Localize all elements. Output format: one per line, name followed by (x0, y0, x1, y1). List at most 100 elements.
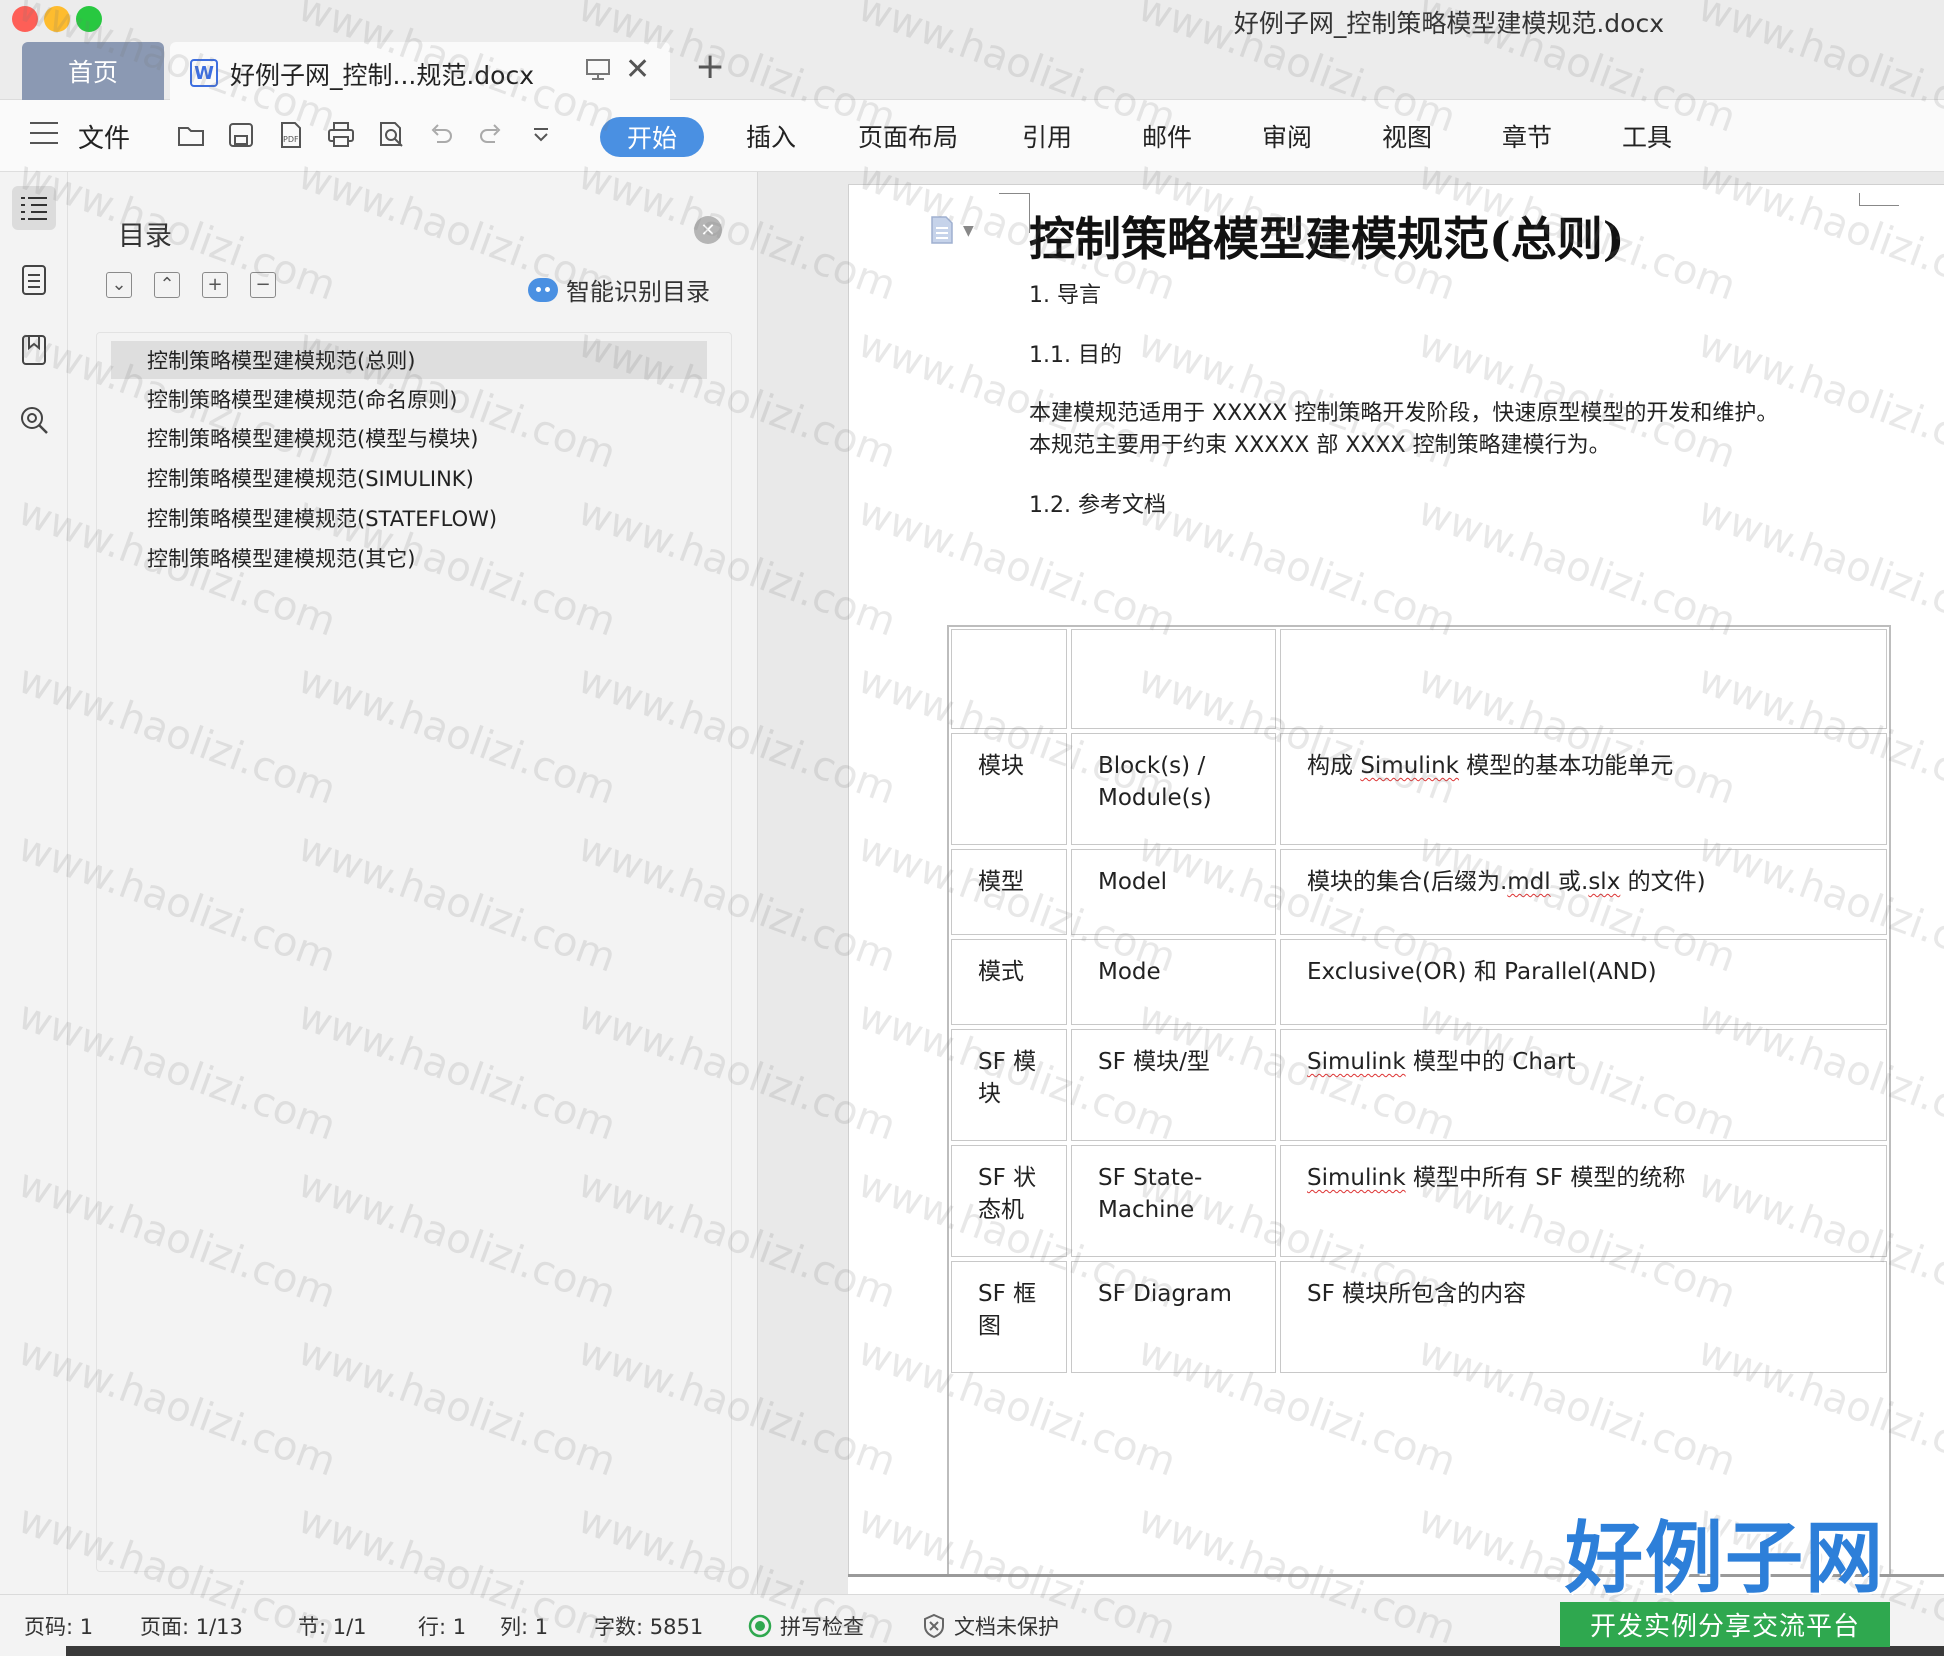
table-cell[interactable] (951, 629, 1067, 729)
definition-text: SF 模块所包含的内容 (1307, 1281, 1527, 1307)
tab-home[interactable]: 首页 (22, 42, 164, 100)
status-row[interactable]: 行: 1 (418, 1611, 466, 1641)
ribbon-tab-section[interactable]: 章节 (1502, 118, 1552, 154)
table-cell[interactable] (1071, 629, 1276, 729)
table-cell[interactable]: SF 状 态机 (951, 1145, 1067, 1257)
toc-item[interactable]: 控制策略模型建模规范(SIMULINK) (111, 459, 707, 497)
bookmark-icon (22, 335, 46, 365)
term-en: SF State-Machine (1098, 1165, 1203, 1224)
status-section[interactable]: 节: 1/1 (298, 1611, 367, 1641)
file-menu[interactable]: 文件 (78, 118, 130, 155)
table-cell[interactable]: SF State-Machine (1071, 1145, 1276, 1257)
table-cell[interactable]: 模式 (951, 939, 1067, 1025)
term-cn: SF 模 (978, 1049, 1037, 1075)
table-cell[interactable]: 构成 Simulink 模型的基本功能单元 (1280, 733, 1887, 845)
close-tab-icon[interactable]: ✕ (625, 52, 650, 87)
close-window-button[interactable] (12, 6, 38, 32)
caret-down-icon[interactable]: ▼ (963, 223, 974, 239)
table-cell[interactable]: Mode (1071, 939, 1276, 1025)
tab-bar: 首页 W 好例子网_控制...规范.docx ✕ + (0, 38, 1944, 100)
paragraph-options-icon[interactable] (929, 215, 955, 245)
toc-item[interactable]: 控制策略模型建模规范(模型与模块) (111, 419, 707, 457)
new-tab-button[interactable]: + (695, 46, 725, 87)
definitions-table[interactable]: 模块 Block(s) / Module(s) 构成 Simulink 模型的基… (947, 625, 1891, 1585)
status-page[interactable]: 页面: 1/13 (140, 1611, 243, 1641)
redo-icon[interactable] (476, 120, 506, 150)
toc-title: 目录 (118, 221, 172, 252)
misspelled-word: Simulink (1307, 1165, 1406, 1191)
close-panel-icon[interactable]: ✕ (694, 216, 722, 244)
check-circle-icon (748, 1614, 772, 1638)
expand-up-icon[interactable]: ⌃ (154, 272, 180, 298)
open-folder-icon[interactable] (176, 120, 206, 150)
page-thumbnails-button[interactable] (12, 258, 56, 302)
bookmark-panel-button[interactable] (12, 328, 56, 372)
next-page-edge (848, 1574, 1944, 1594)
toc-panel-button[interactable] (12, 186, 56, 230)
print-icon[interactable] (326, 120, 356, 150)
quick-access-dropdown-icon[interactable] (526, 120, 556, 150)
monitor-icon[interactable] (585, 56, 611, 82)
title-bar: 好例子网_控制策略模型建模规范.docx (0, 0, 1944, 38)
ribbon-tab-review[interactable]: 审阅 (1262, 118, 1312, 154)
table-cell[interactable]: SF 框 图 (951, 1261, 1067, 1373)
document-area[interactable]: ▼ 控制策略模型建模规范(总则) 1. 导言 1.1. 目的 本建模规范适用于 … (758, 172, 1944, 1594)
section-heading[interactable]: 1.1. 目的 (1029, 337, 1122, 369)
table-cell[interactable]: Simulink 模型中的 Chart (1280, 1029, 1887, 1141)
doc-heading[interactable]: 控制策略模型建模规范(总则) (1029, 203, 1625, 269)
print-preview-icon[interactable] (376, 120, 406, 150)
status-word-count[interactable]: 字数: 5851 (594, 1611, 703, 1641)
save-icon[interactable] (226, 120, 256, 150)
ribbon-tab-tools[interactable]: 工具 (1622, 118, 1672, 154)
definition-text: 或. (1550, 869, 1589, 895)
ribbon-tab-references[interactable]: 引用 (1022, 118, 1072, 154)
ribbon-tab-layout[interactable]: 页面布局 (858, 118, 958, 154)
toc-item[interactable]: 控制策略模型建模规范(命名原则) (111, 380, 707, 418)
page-list-icon (22, 265, 46, 295)
ribbon-tab-start[interactable]: 开始 (600, 117, 704, 157)
ribbon-tab-view[interactable]: 视图 (1382, 118, 1432, 154)
body-paragraph[interactable]: 本建模规范适用于 XXXXX 控制策略开发阶段，快速原型模型的开发和维护。 (1029, 395, 1778, 427)
body-paragraph[interactable]: 本规范主要用于约束 XXXXX 部 XXXX 控制策略建模行为。 (1029, 427, 1611, 459)
collapse-all-icon[interactable]: ⌄ (106, 272, 132, 298)
table-cell[interactable] (1280, 629, 1887, 729)
term-en: Block(s) / (1098, 753, 1206, 779)
remove-heading-icon[interactable]: − (250, 272, 276, 298)
table-cell[interactable]: Exclusive(OR) 和 Parallel(AND) (1280, 939, 1887, 1025)
ribbon-tab-insert[interactable]: 插入 (746, 118, 796, 154)
section-heading[interactable]: 1. 导言 (1029, 277, 1101, 309)
toc-item[interactable]: 控制策略模型建模规范(其它) (111, 539, 707, 577)
ai-bot-icon (528, 277, 558, 302)
status-page-code[interactable]: 页码: 1 (24, 1611, 93, 1641)
find-replace-button[interactable] (12, 398, 56, 442)
table-cell[interactable]: 模块 (951, 733, 1067, 845)
table-cell[interactable]: SF 模块/型 (1071, 1029, 1276, 1141)
hamburger-menu-icon[interactable] (30, 122, 58, 144)
toc-item[interactable]: 控制策略模型建模规范(STATEFLOW) (111, 499, 707, 537)
section-heading[interactable]: 1.2. 参考文档 (1029, 487, 1166, 519)
table-cell[interactable]: SF 模块所包含的内容 (1280, 1261, 1887, 1373)
table-cell[interactable]: 模块的集合(后缀为.mdl 或.slx 的文件) (1280, 849, 1887, 935)
undo-icon[interactable] (426, 120, 456, 150)
table-cell[interactable]: Model (1071, 849, 1276, 935)
table-cell[interactable]: 模型 (951, 849, 1067, 935)
table-cell[interactable]: Block(s) / Module(s) (1071, 733, 1276, 845)
document-protection-button[interactable]: 文档未保护 (922, 1611, 1059, 1641)
toc-list: 控制策略模型建模规范(总则) 控制策略模型建模规范(命名原则) 控制策略模型建模… (96, 332, 732, 1572)
ribbon-tab-mailings[interactable]: 邮件 (1142, 118, 1192, 154)
toc-item[interactable]: 控制策略模型建模规范(总则) (111, 341, 707, 379)
tab-document[interactable]: W 好例子网_控制...规范.docx ✕ (170, 42, 670, 100)
table-cell[interactable]: SF Diagram (1071, 1261, 1276, 1373)
table-cell[interactable]: Simulink 模型中所有 SF 模型的统称 (1280, 1145, 1887, 1257)
maximize-window-button[interactable] (76, 6, 102, 32)
smart-toc-button[interactable]: 智能识别目录 (528, 272, 710, 307)
minimize-window-button[interactable] (44, 6, 70, 32)
export-pdf-icon[interactable]: PDF (276, 120, 306, 150)
spell-check-button[interactable]: 拼写检查 (748, 1611, 864, 1641)
misspelled-word: Simulink (1307, 1049, 1406, 1075)
document-page[interactable]: ▼ 控制策略模型建模规范(总则) 1. 导言 1.1. 目的 本建模规范适用于 … (848, 184, 1944, 1585)
tab-document-label: 好例子网_控制...规范.docx (230, 61, 534, 90)
add-heading-icon[interactable]: + (202, 272, 228, 298)
table-cell[interactable]: SF 模 块 (951, 1029, 1067, 1141)
status-column[interactable]: 列: 1 (500, 1611, 548, 1641)
